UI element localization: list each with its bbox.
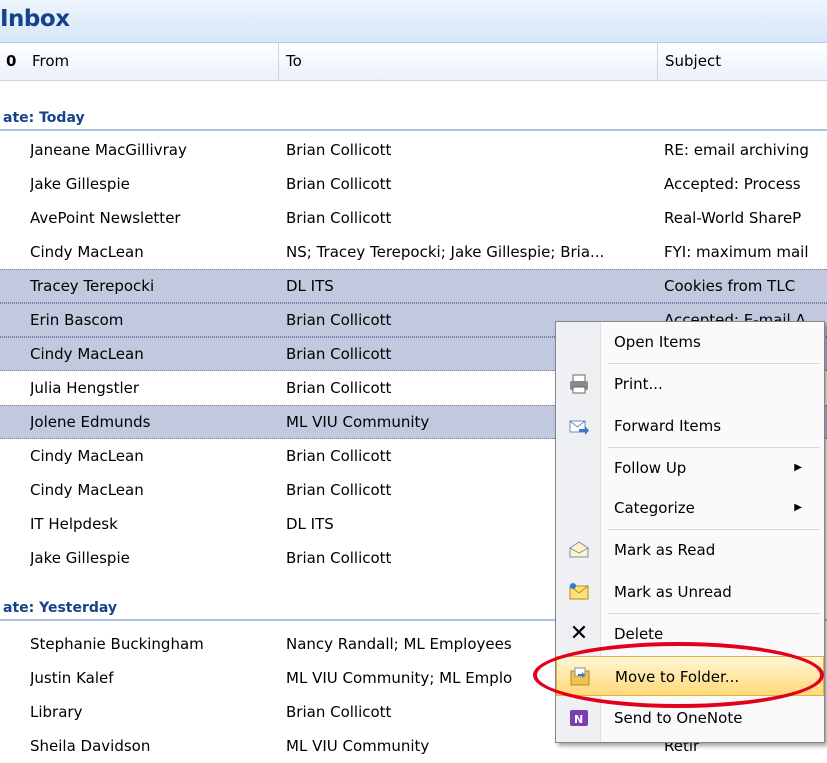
from-cell: AvePoint Newsletter	[30, 209, 181, 227]
menu-item-mark-as-unread[interactable]: Mark as Unread	[556, 572, 824, 612]
menu-item-open-items[interactable]: Open Items	[556, 322, 824, 362]
envelope-open-icon	[568, 539, 590, 561]
subject-cell: FYI: maximum mail	[664, 243, 809, 261]
from-cell: IT Helpdesk	[30, 515, 118, 533]
message-row[interactable]: Jake Gillespie Brian Collicott Accepted: P…	[0, 167, 827, 201]
from-cell: Cindy MacLean	[30, 243, 144, 261]
from-cell: Janeane MacGillivray	[30, 141, 187, 159]
to-cell: Brian Collicott	[286, 209, 392, 227]
menu-item-label: Open Items	[614, 333, 701, 351]
folder-title: Inbox	[0, 6, 70, 32]
menu-item-label: Categorize	[614, 499, 695, 517]
svg-text:N: N	[574, 713, 583, 726]
printer-icon	[568, 373, 590, 395]
column-header-row: 0 From To Subject	[0, 43, 827, 81]
subject-cell: Real-World ShareP	[664, 209, 802, 227]
from-cell: Library	[30, 703, 83, 721]
from-cell: Jolene Edmunds	[30, 413, 151, 431]
to-column-header[interactable]: To	[278, 43, 657, 80]
from-cell: Jake Gillespie	[30, 549, 130, 567]
from-cell: Justin Kalef	[30, 669, 114, 687]
group-header-today[interactable]: ate: Today	[0, 105, 827, 131]
submenu-arrow-icon: ▶	[794, 502, 802, 513]
from-cell: Erin Bascom	[30, 311, 124, 329]
onenote-icon: N	[568, 707, 590, 729]
menu-item-label: Mark as Read	[614, 541, 716, 559]
forward-icon	[568, 415, 590, 437]
envelope-closed-icon	[568, 581, 590, 603]
menu-item-label: Mark as Unread	[614, 583, 732, 601]
menu-item-label: Forward Items	[614, 417, 722, 435]
to-cell: Brian Collicott	[286, 175, 392, 193]
group-label: ate: Yesterday	[3, 600, 118, 616]
folder-title-bar: Inbox	[0, 0, 827, 43]
to-cell: DL ITS	[286, 277, 334, 295]
subject-column-header[interactable]: Subject	[657, 43, 827, 80]
highlight-ring-annotation	[533, 642, 824, 708]
from-cell: Cindy MacLean	[30, 481, 144, 499]
from-cell: Stephanie Buckingham	[30, 635, 204, 653]
menu-item-label: Follow Up	[614, 459, 687, 477]
to-cell: Brian Collicott	[286, 141, 392, 159]
from-cell: Cindy MacLean	[30, 345, 144, 363]
group-label: ate: Today	[3, 110, 85, 126]
to-cell: NS; Tracey Terepocki; Jake Gillespie; Br…	[286, 243, 605, 261]
message-row[interactable]: Cindy MacLean NS; Tracey Terepocki; Jake …	[0, 235, 827, 269]
from-cell: Cindy MacLean	[30, 447, 144, 465]
subject-cell: Cookies from TLC	[664, 277, 796, 295]
from-column-header[interactable]: From	[24, 43, 278, 80]
subject-cell: Accepted: Process	[664, 175, 801, 193]
message-row[interactable]: AvePoint Newsletter Brian Collicott Real-W…	[0, 201, 827, 235]
submenu-arrow-icon: ▶	[794, 462, 802, 473]
menu-item-forward-items[interactable]: Forward Items	[556, 406, 824, 446]
from-cell: Tracey Terepocki	[30, 277, 155, 295]
menu-item-mark-as-read[interactable]: Mark as Read	[556, 530, 824, 570]
menu-item-categorize[interactable]: Categorize ▶	[556, 488, 824, 528]
menu-item-print[interactable]: Print...	[556, 364, 824, 404]
message-row[interactable]: Janeane MacGillivray Brian Collicott RE: e…	[0, 133, 827, 167]
attachment-column-header[interactable]: 0	[0, 43, 24, 80]
subject-cell: RE: email archiving	[664, 141, 809, 159]
from-cell: Jake Gillespie	[30, 175, 130, 193]
menu-item-follow-up[interactable]: Follow Up ▶	[556, 448, 824, 488]
menu-item-label: Print...	[614, 375, 663, 393]
from-cell: Julia Hengstler	[30, 379, 140, 397]
message-row[interactable]: Tracey Terepocki DL ITS Cookies from TLC	[0, 269, 827, 303]
from-cell: Sheila Davidson	[30, 737, 151, 755]
delete-x-icon: ✕	[569, 621, 589, 646]
